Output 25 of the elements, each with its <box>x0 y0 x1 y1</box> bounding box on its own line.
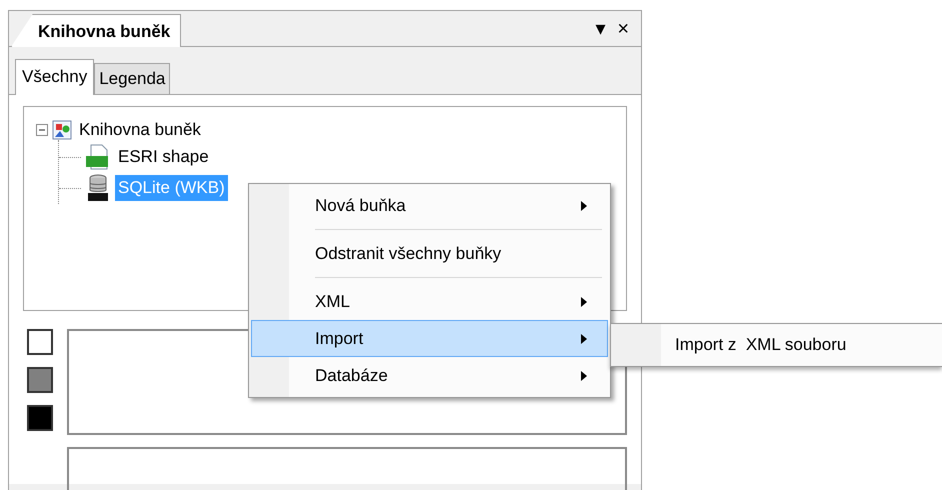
menu-item[interactable]: Databáze <box>251 357 608 394</box>
tab[interactable]: Všechny <box>15 59 94 94</box>
close-button[interactable]: × <box>617 18 629 38</box>
menu-item[interactable]: Import <box>251 320 608 357</box>
menu-item[interactable]: XML <box>251 283 608 320</box>
submenu-arrow-icon <box>581 296 587 306</box>
color-swatch[interactable] <box>27 366 53 392</box>
text-field[interactable] <box>67 446 627 490</box>
submenu-arrow-icon <box>581 200 587 210</box>
color-swatch[interactable] <box>27 328 53 354</box>
submenu-arrow-icon <box>581 370 587 380</box>
submenu-arrow-icon <box>581 334 587 344</box>
panel-tab[interactable]: Knihovna buněk <box>11 14 182 47</box>
tree-item[interactable]: Knihovna buněk <box>76 117 204 143</box>
shapefile-icon <box>85 144 111 170</box>
tree-item[interactable]: ESRI shape <box>115 144 212 170</box>
menu-item[interactable]: Import z XML souboru <box>613 327 940 363</box>
dropdown-button[interactable]: ▾ <box>595 18 606 38</box>
color-swatch[interactable] <box>27 404 53 430</box>
menu-item[interactable]: Nová buňka <box>251 187 608 224</box>
database-icon <box>85 174 111 202</box>
tab[interactable]: Legenda <box>94 63 170 94</box>
map-icon <box>52 120 72 140</box>
menu-item[interactable]: Odstranit všechny buňky <box>251 235 608 272</box>
collapse-icon[interactable] <box>36 124 48 136</box>
